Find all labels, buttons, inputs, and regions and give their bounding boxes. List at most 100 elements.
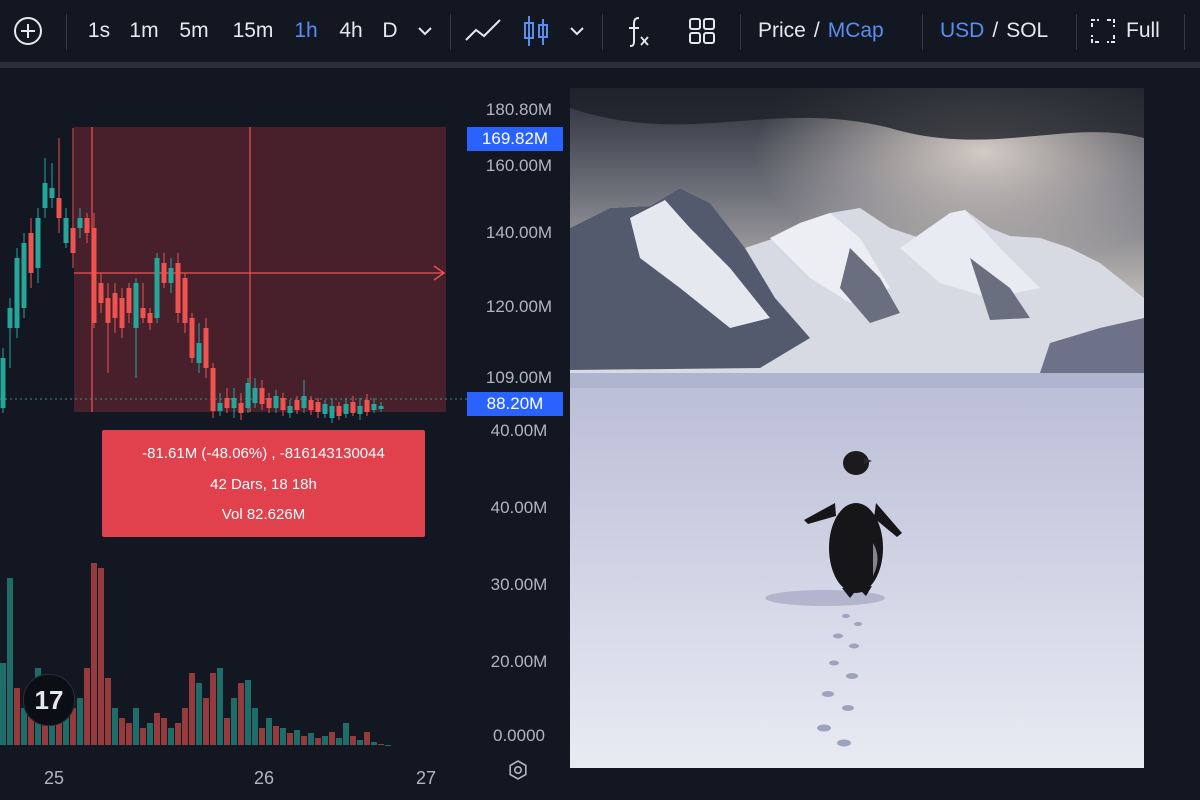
- candle-body: [203, 328, 209, 368]
- volume-bar: [280, 728, 286, 745]
- candle-body: [168, 268, 174, 283]
- candle-body: [63, 218, 69, 243]
- candle-body: [0, 358, 6, 408]
- y-tick: 109.00M: [485, 368, 553, 387]
- y-tick: 40.00M: [490, 421, 548, 440]
- candle-body: [364, 400, 370, 412]
- y-tick: 30.00M: [490, 575, 548, 594]
- fx-icon[interactable]: [620, 0, 656, 62]
- y-tick: 20.00M: [490, 652, 548, 671]
- volume-bar: [203, 698, 209, 745]
- volume-bar: [7, 578, 13, 745]
- candle-body: [217, 403, 223, 411]
- candle-body: [259, 388, 265, 404]
- volume-bar: [308, 733, 314, 745]
- candle-body: [84, 218, 90, 233]
- volume-bar: [56, 723, 62, 745]
- interval-d[interactable]: D: [376, 0, 404, 62]
- grid-icon[interactable]: [682, 0, 722, 62]
- currency-toggle[interactable]: USD / SOL: [940, 0, 1070, 62]
- candle-body: [154, 258, 160, 318]
- volume-bar: [147, 723, 153, 745]
- candle-body: [161, 263, 167, 283]
- volume-bar: [287, 733, 293, 745]
- interval-15m[interactable]: 15m: [226, 0, 280, 62]
- chevron-down-icon[interactable]: [562, 0, 592, 62]
- candle-body: [175, 263, 181, 313]
- usd-label: USD: [940, 19, 985, 42]
- measure-zone: [74, 127, 446, 412]
- candle-body: [140, 308, 146, 318]
- add-icon[interactable]: [8, 0, 48, 62]
- price-mcap-toggle[interactable]: Price / MCap: [758, 0, 906, 62]
- volume-bar: [245, 680, 251, 745]
- candle-body: [315, 402, 321, 412]
- volume-bar: [119, 718, 125, 745]
- full-label: Full: [1126, 19, 1160, 42]
- volume-bar: [161, 718, 167, 745]
- volume-bar: [182, 708, 188, 745]
- interval-4h[interactable]: 4h: [332, 0, 370, 62]
- chevron-down-icon[interactable]: [410, 0, 440, 62]
- candle-body: [224, 398, 230, 408]
- candle-body: [105, 298, 111, 323]
- candle-body: [245, 383, 251, 408]
- x-tick: 26: [253, 768, 275, 788]
- tooltip-volume: Vol 82.626M: [221, 506, 306, 523]
- candle-body: [343, 404, 349, 414]
- interval-5m[interactable]: 5m: [172, 0, 216, 62]
- candle-body: [49, 188, 55, 198]
- candle-body: [378, 406, 384, 409]
- volume-bar: [98, 568, 104, 745]
- line-chart-icon[interactable]: [462, 0, 506, 62]
- volume-bar: [63, 718, 69, 745]
- slash-separator: /: [813, 19, 820, 42]
- candlestick-icon[interactable]: [516, 0, 556, 62]
- interval-1m[interactable]: 1m: [124, 0, 164, 62]
- volume-bar: [140, 728, 146, 745]
- price-label: Price: [758, 19, 806, 42]
- candle-body: [280, 398, 286, 410]
- candle-body: [273, 396, 279, 408]
- candle-body: [252, 388, 258, 403]
- fullscreen-button[interactable]: Full: [1090, 0, 1170, 62]
- volume-bar: [154, 713, 160, 745]
- x-tick: 25: [43, 768, 65, 788]
- tooltip-change: -81.61M (-48.06%) , -816143130044: [142, 445, 385, 462]
- volume-bar: [350, 736, 356, 745]
- candle-body: [28, 233, 34, 273]
- volume-bar: [385, 745, 391, 746]
- penguin-photo: [570, 88, 1144, 768]
- slash-separator: /: [992, 19, 999, 42]
- candle-body: [287, 406, 293, 413]
- volume-bar: [210, 673, 216, 745]
- candle-body: [14, 258, 20, 328]
- price-tag-current: 88.20M: [467, 392, 563, 416]
- volume-bar: [126, 723, 132, 745]
- candle-body: [231, 398, 237, 408]
- volume-bar: [259, 728, 265, 745]
- candle-body: [182, 278, 188, 323]
- volume-bar: [329, 732, 335, 745]
- y-tick: 0.0000: [493, 726, 545, 745]
- tradingview-logo[interactable]: 17: [23, 674, 75, 726]
- interval-1h[interactable]: 1h: [286, 0, 326, 62]
- candle-body: [147, 313, 153, 323]
- volume-bar: [91, 563, 97, 745]
- volume-bar: [196, 683, 202, 745]
- time-axis[interactable]: 25 26 27: [0, 758, 470, 800]
- candle-body: [308, 400, 314, 410]
- candle-body: [21, 243, 27, 308]
- candle-body: [294, 400, 300, 410]
- volume-bar: [294, 730, 300, 745]
- price-chart[interactable]: 17 -81.61M (-48.06%) , -816143130044 42 …: [0, 68, 570, 800]
- interval-1s[interactable]: 1s: [80, 0, 118, 62]
- mcap-label: MCap: [827, 19, 884, 42]
- candle-body: [35, 218, 41, 268]
- candle-body: [189, 318, 195, 358]
- volume-bar: [343, 723, 349, 745]
- candle-body: [350, 402, 356, 413]
- settings-gear-icon[interactable]: [506, 758, 530, 782]
- volume-bar: [105, 678, 111, 745]
- y-tick: 160.00M: [485, 156, 553, 175]
